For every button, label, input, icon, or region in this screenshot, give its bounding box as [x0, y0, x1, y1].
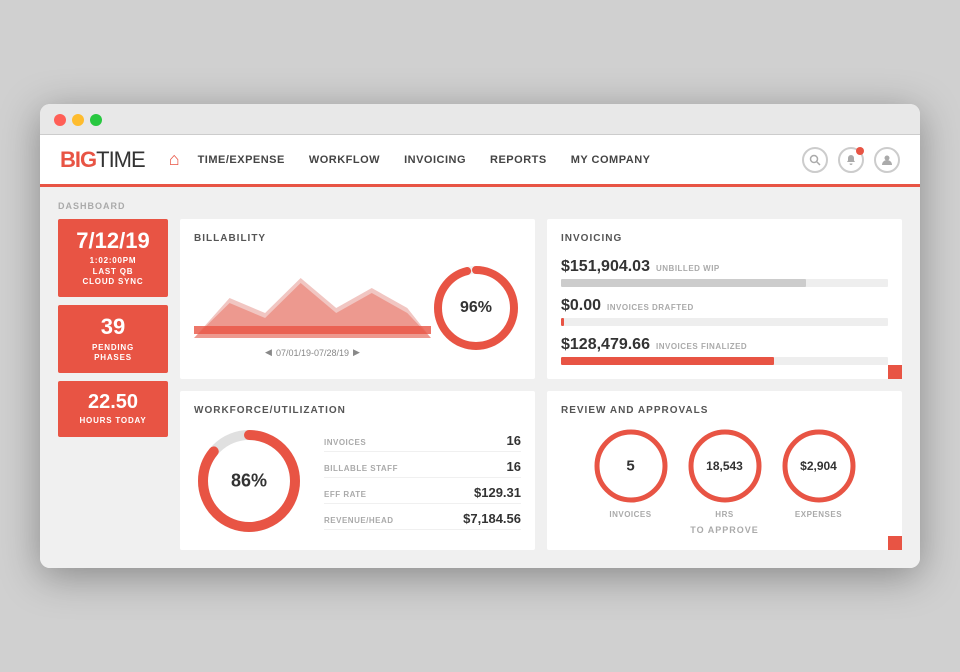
review-circles: 5 INVOICES: [591, 426, 859, 519]
billability-donut: 96%: [431, 263, 521, 353]
nav-invoicing[interactable]: INVOICING: [404, 150, 466, 170]
invoices-drafted-bar-track: [561, 318, 888, 326]
unbilled-wip-label: UNBILLED WIP: [656, 264, 720, 273]
workforce-percent: 86%: [231, 471, 267, 492]
wf-billable-label: BILLABLE STAFF: [324, 464, 398, 473]
review-expenses-item: $2,904 EXPENSES: [779, 426, 859, 519]
chart-next-icon[interactable]: ▶: [353, 347, 360, 358]
chart-date: ◀ 07/01/19-07/28/19 ▶: [194, 347, 431, 358]
minimize-dot[interactable]: [72, 114, 84, 126]
unbilled-wip-bar: [561, 279, 806, 287]
chart-prev-icon[interactable]: ◀: [265, 347, 272, 358]
review-content: 5 INVOICES: [561, 426, 888, 535]
review-invoices-ring: 5: [591, 426, 671, 506]
unbilled-wip-amount: $151,904.03: [561, 258, 650, 276]
wf-effrate-label: EFF RATE: [324, 490, 367, 499]
billability-percent: 96%: [460, 299, 492, 317]
wf-billable-value: 16: [507, 459, 521, 474]
invoices-drafted-amount: $0.00: [561, 297, 601, 315]
close-dot[interactable]: [54, 114, 66, 126]
wf-revhead-label: REVENUE/HEAD: [324, 516, 394, 525]
top-nav: BIG TIME ⌂ TIME/EXPENSE WORKFLOW INVOICI…: [40, 135, 920, 187]
billability-title: BILLABILITY: [194, 233, 521, 244]
invoices-finalized-row: $128,479.66 INVOICES FINALIZED: [561, 336, 888, 365]
nav-search-button[interactable]: [802, 147, 828, 173]
workforce-stats: INVOICES 16 BILLABLE STAFF 16 EFF RATE $…: [324, 433, 521, 530]
nav-notifications-button[interactable]: [838, 147, 864, 173]
nav-reports[interactable]: REPORTS: [490, 150, 547, 170]
review-hrs-item: 18,543 HRS: [685, 426, 765, 519]
chart-date-range: 07/01/19-07/28/19: [276, 348, 349, 358]
billability-content: ◀ 07/01/19-07/28/19 ▶ 96%: [194, 254, 521, 358]
wf-effrate-value: $129.31: [474, 485, 521, 500]
hours-stat-card: 22.50 HOURS TODAY: [58, 381, 168, 436]
wf-invoices-row: INVOICES 16: [324, 433, 521, 452]
dashboard-grid: 7/12/19 1:02:00PMLAST QBCLOUD SYNC 39 PE…: [58, 219, 902, 550]
date-label: 1:02:00PMLAST QBCLOUD SYNC: [66, 256, 160, 287]
nav-time-expense[interactable]: TIME/EXPENSE: [198, 150, 285, 170]
red-corner-invoicing: [888, 365, 902, 379]
unbilled-wip-bar-track: [561, 279, 888, 287]
nav-links: TIME/EXPENSE WORKFLOW INVOICING REPORTS …: [198, 150, 802, 170]
invoices-finalized-bar-track: [561, 357, 888, 365]
phases-stat-card: 39 PENDINGPHASES: [58, 305, 168, 373]
maximize-dot[interactable]: [90, 114, 102, 126]
invoicing-panel: INVOICING $151,904.03 UNBILLED WIP: [547, 219, 902, 379]
nav-right: [802, 147, 900, 173]
hours-label: HOURS TODAY: [66, 416, 160, 426]
left-stats: 7/12/19 1:02:00PMLAST QBCLOUD SYNC 39 PE…: [58, 219, 168, 550]
invoices-drafted-label: INVOICES DRAFTED: [607, 303, 694, 312]
review-hrs-ring: 18,543: [685, 426, 765, 506]
logo: BIG TIME: [60, 147, 145, 173]
browser-window: BIG TIME ⌂ TIME/EXPENSE WORKFLOW INVOICI…: [40, 104, 920, 568]
nav-profile-button[interactable]: [874, 147, 900, 173]
nav-workflow[interactable]: WORKFLOW: [309, 150, 380, 170]
invoices-finalized-amount: $128,479.66: [561, 336, 650, 354]
dashboard-label: DASHBOARD: [58, 201, 902, 211]
wf-effrate-row: EFF RATE $129.31: [324, 485, 521, 504]
review-invoices-item: 5 INVOICES: [591, 426, 671, 519]
main-content: DASHBOARD 7/12/19 1:02:00PMLAST QBCLOUD …: [40, 187, 920, 568]
invoicing-title: INVOICING: [561, 233, 888, 244]
review-title: REVIEW AND APPROVALS: [561, 405, 888, 416]
wf-invoices-value: 16: [507, 433, 521, 448]
red-corner-review: [888, 536, 902, 550]
logo-big: BIG: [60, 147, 96, 173]
review-panel: REVIEW AND APPROVALS 5: [547, 391, 902, 550]
workforce-panel: WORKFORCE/UTILIZATION 86% INVOICES: [180, 391, 535, 550]
review-hrs-value: 18,543: [706, 459, 743, 473]
home-icon[interactable]: ⌂: [169, 149, 180, 170]
mountain-chart: ◀ 07/01/19-07/28/19 ▶: [194, 258, 431, 358]
wf-revhead-row: REVENUE/HEAD $7,184.56: [324, 511, 521, 530]
wf-billable-row: BILLABLE STAFF 16: [324, 459, 521, 478]
date-value: 7/12/19: [66, 229, 160, 253]
invoices-drafted-row: $0.00 INVOICES DRAFTED: [561, 297, 888, 326]
review-hrs-label: HRS: [715, 510, 733, 519]
nav-my-company[interactable]: MY COMPANY: [571, 150, 651, 170]
to-approve-label: TO APPROVE: [690, 525, 759, 535]
unbilled-wip-row: $151,904.03 UNBILLED WIP: [561, 258, 888, 287]
workforce-title: WORKFORCE/UTILIZATION: [194, 405, 521, 416]
phases-label: PENDINGPHASES: [66, 343, 160, 364]
invoices-drafted-bar: [561, 318, 564, 326]
review-expenses-label: EXPENSES: [795, 510, 842, 519]
phases-value: 39: [66, 315, 160, 339]
date-stat-card: 7/12/19 1:02:00PMLAST QBCLOUD SYNC: [58, 219, 168, 297]
workforce-content: 86% INVOICES 16 BILLABLE STAFF 16: [194, 426, 521, 536]
review-expenses-ring: $2,904: [779, 426, 859, 506]
invoicing-rows: $151,904.03 UNBILLED WIP $0.00 INVOI: [561, 254, 888, 365]
workforce-donut: 86%: [194, 426, 304, 536]
wf-invoices-label: INVOICES: [324, 438, 366, 447]
hours-value: 22.50: [66, 391, 160, 413]
billability-panel: BILLABILITY ◀: [180, 219, 535, 379]
logo-time: TIME: [96, 147, 145, 173]
wf-revhead-value: $7,184.56: [463, 511, 521, 526]
invoices-finalized-bar: [561, 357, 774, 365]
invoices-finalized-label: INVOICES FINALIZED: [656, 342, 747, 351]
browser-chrome: [40, 104, 920, 135]
review-invoices-label: INVOICES: [609, 510, 651, 519]
review-invoices-value: 5: [626, 458, 634, 475]
review-expenses-value: $2,904: [800, 459, 837, 473]
panels-grid: BILLABILITY ◀: [180, 219, 902, 550]
